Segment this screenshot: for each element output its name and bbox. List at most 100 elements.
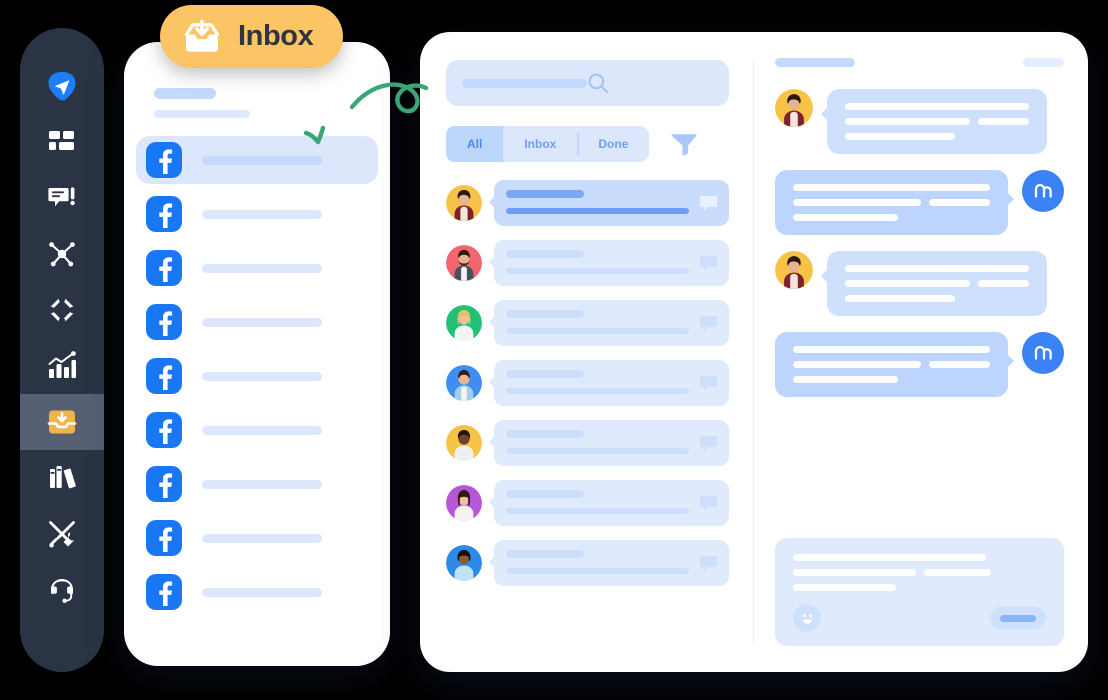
channel-row-facebook-9[interactable] <box>136 568 378 616</box>
library-books-icon <box>47 463 77 493</box>
message-line <box>845 280 970 287</box>
message-line-group <box>793 361 990 368</box>
sidebar-item-inbox[interactable] <box>20 394 104 450</box>
conversation-preview-bubble <box>489 180 729 226</box>
tab-inbox[interactable]: Inbox <box>503 126 577 162</box>
conversation-preview-bubble <box>489 240 729 286</box>
filter-tabs-row: All Inbox Done <box>446 126 729 162</box>
sidebar-item-analytics[interactable] <box>20 338 104 394</box>
channel-row-facebook-2[interactable] <box>136 190 378 238</box>
sender-name-placeholder <box>506 430 584 438</box>
sidebar-item-tools[interactable] <box>20 506 104 562</box>
message-line <box>845 265 1029 272</box>
sender-name-placeholder <box>506 190 584 198</box>
conversation-row[interactable] <box>446 420 729 466</box>
chat-column <box>751 32 1088 672</box>
inbox-badge[interactable]: Inbox <box>160 5 344 68</box>
message-incoming <box>775 89 1064 154</box>
sidebar-item-messages[interactable] <box>20 170 104 226</box>
message-line <box>845 133 955 140</box>
search-icon[interactable] <box>587 72 609 94</box>
channel-row-facebook-5[interactable] <box>136 352 378 400</box>
channel-row-facebook-8[interactable] <box>136 514 378 562</box>
channel-row-facebook-6[interactable] <box>136 406 378 454</box>
chat-bubble-icon <box>700 316 717 331</box>
conversation-row[interactable] <box>446 240 729 286</box>
conversation-list <box>446 180 729 586</box>
channel-name-placeholder <box>202 263 322 273</box>
message-preview-placeholder <box>506 448 689 454</box>
composer-line-group <box>793 569 1046 576</box>
message-line <box>845 103 1029 110</box>
chat-header <box>775 58 1064 67</box>
channel-name-placeholder <box>202 155 322 165</box>
message-composer[interactable] <box>775 538 1064 646</box>
chat-bubble-icon <box>700 556 717 571</box>
facebook-icon <box>146 520 182 556</box>
inbox-download-icon <box>182 17 222 57</box>
conversation-preview-bubble <box>489 300 729 346</box>
avatar <box>446 365 482 401</box>
tab-all[interactable]: All <box>446 126 504 162</box>
conversation-preview-bubble <box>489 480 729 526</box>
message-incoming <box>775 251 1064 316</box>
chat-bubble-icon <box>700 256 717 271</box>
message-line-group <box>845 118 1029 125</box>
message-line-group <box>845 280 1029 287</box>
message-bubble <box>775 170 1014 235</box>
sender-name-placeholder <box>506 310 584 318</box>
message-bubble <box>775 332 1014 397</box>
facebook-icon <box>146 196 182 232</box>
screenshot-stage: All Inbox Done Inbox <box>0 0 1108 700</box>
conversation-row[interactable] <box>446 180 729 226</box>
sidebar-item-support[interactable] <box>20 562 104 618</box>
message-line <box>978 280 1029 287</box>
channel-row-facebook-3[interactable] <box>136 244 378 292</box>
chat-bubble-icon <box>700 436 717 451</box>
avatar <box>446 185 482 221</box>
analytics-bar-chart-icon <box>47 351 77 381</box>
facebook-icon <box>146 466 182 502</box>
send-button[interactable] <box>990 607 1046 629</box>
sidebar-item-logo[interactable] <box>20 58 104 114</box>
channel-row-facebook-4[interactable] <box>136 298 378 346</box>
smiley-face-icon[interactable] <box>793 604 821 632</box>
brand-m-logo-icon <box>1022 332 1064 374</box>
sidebar-item-automation[interactable] <box>20 282 104 338</box>
conversation-row[interactable] <box>446 360 729 406</box>
channel-name-placeholder <box>202 371 322 381</box>
message-preview-placeholder <box>506 508 689 514</box>
conversation-column: All Inbox Done <box>420 32 751 672</box>
search-input[interactable] <box>446 60 729 106</box>
sender-name-placeholder <box>506 550 584 558</box>
conversation-row[interactable] <box>446 300 729 346</box>
chat-alert-icon <box>47 183 77 213</box>
chat-action-placeholder[interactable] <box>1023 58 1064 67</box>
sidebar-item-library[interactable] <box>20 450 104 506</box>
channel-row-facebook-1[interactable] <box>136 136 378 184</box>
message-bubble <box>821 89 1047 154</box>
chat-bubble-icon <box>700 196 717 211</box>
avatar <box>775 89 813 127</box>
avatar <box>446 245 482 281</box>
message-outgoing <box>775 332 1064 397</box>
facebook-icon <box>146 574 182 610</box>
message-line <box>793 214 898 221</box>
message-line <box>929 199 990 206</box>
conversation-row[interactable] <box>446 480 729 526</box>
message-line <box>978 118 1029 125</box>
message-line <box>929 361 990 368</box>
conversation-row[interactable] <box>446 540 729 586</box>
tab-done[interactable]: Done <box>577 126 649 162</box>
facebook-icon <box>146 304 182 340</box>
sidebar-item-dashboard[interactable] <box>20 114 104 170</box>
inbox-download-icon <box>47 407 77 437</box>
sidebar-item-network[interactable] <box>20 226 104 282</box>
avatar <box>446 305 482 341</box>
channel-row-facebook-7[interactable] <box>136 460 378 508</box>
avatar <box>446 485 482 521</box>
message-line <box>793 346 990 353</box>
tools-wrench-icon <box>47 519 77 549</box>
message-preview-placeholder <box>506 208 689 214</box>
filter-funnel-icon[interactable] <box>671 132 697 156</box>
